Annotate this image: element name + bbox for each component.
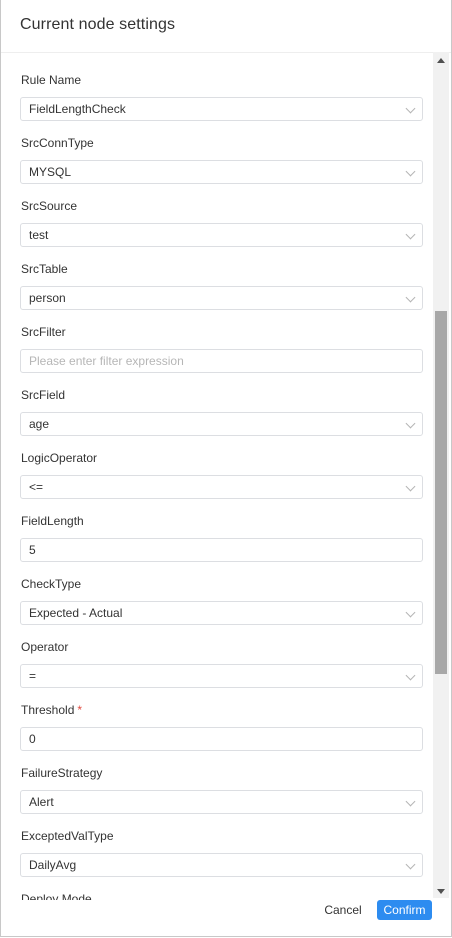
field-check-type: CheckType Expected - Actual — [20, 576, 423, 625]
select-value: age — [29, 417, 50, 431]
select-value: <= — [29, 480, 44, 494]
select-value: Alert — [29, 795, 54, 809]
drawer-header: Current node settings — [1, 0, 451, 53]
field-label: FailureStrategy — [21, 766, 103, 780]
drawer-title: Current node settings — [20, 16, 176, 33]
node-settings-drawer: Current node settings Rule Name FieldLen… — [0, 0, 452, 937]
chevron-down-icon — [405, 418, 416, 429]
check-type-select[interactable]: Expected - Actual — [20, 601, 423, 625]
field-label: SrcTable — [21, 262, 68, 276]
field-label: SrcSource — [21, 199, 78, 213]
field-src-source: SrcSource test — [20, 198, 423, 247]
field-label: Rule Name — [21, 73, 82, 87]
src-conn-type-select[interactable]: MYSQL — [20, 160, 423, 184]
chevron-down-icon — [405, 859, 416, 870]
select-value: person — [29, 291, 66, 305]
src-filter-input[interactable]: Please enter filter expression — [20, 349, 423, 373]
field-field-length: FieldLength 5 — [20, 513, 423, 562]
field-src-field: SrcField age — [20, 387, 423, 436]
field-operator: Operator = — [20, 639, 423, 688]
field-label: FieldLength — [21, 514, 84, 528]
scrollbar-thumb[interactable] — [435, 311, 447, 674]
excepted-val-type-select[interactable]: DailyAvg — [20, 853, 423, 877]
field-label: LogicOperator — [21, 451, 98, 465]
confirm-button[interactable]: Confirm — [377, 900, 432, 920]
input-value: 0 — [29, 732, 36, 746]
field-label: SrcFilter — [21, 325, 66, 339]
chevron-down-icon — [405, 670, 416, 681]
cancel-button[interactable]: Cancel — [319, 900, 367, 920]
field-length-input[interactable]: 5 — [20, 538, 423, 562]
select-value: FieldLengthCheck — [29, 102, 126, 116]
failure-strategy-select[interactable]: Alert — [20, 790, 423, 814]
field-label: SrcField — [21, 388, 66, 402]
select-value: MYSQL — [29, 165, 72, 179]
threshold-input[interactable]: 0 — [20, 727, 423, 751]
form-content: Rule Name FieldLengthCheck SrcConnType M… — [1, 52, 433, 900]
chevron-down-icon — [405, 481, 416, 492]
logic-operator-select[interactable]: <= — [20, 475, 423, 499]
chevron-down-icon — [405, 166, 416, 177]
input-placeholder: Please enter filter expression — [29, 354, 184, 368]
select-value: test — [29, 228, 49, 242]
field-excepted-val-type: ExceptedValType DailyAvg — [20, 828, 423, 877]
rule-name-select[interactable]: FieldLengthCheck — [20, 97, 423, 121]
field-label: SrcConnType — [21, 136, 94, 150]
src-field-select[interactable]: age — [20, 412, 423, 436]
select-value: DailyAvg — [29, 858, 77, 872]
select-value: Expected - Actual — [29, 606, 123, 620]
field-label: CheckType — [21, 577, 82, 591]
scroll-down-arrow-icon[interactable] — [437, 889, 445, 894]
chevron-down-icon — [405, 292, 416, 303]
vertical-scrollbar[interactable] — [433, 52, 449, 898]
chevron-down-icon — [405, 796, 416, 807]
operator-select[interactable]: = — [20, 664, 423, 688]
field-src-filter: SrcFilter Please enter filter expression — [20, 324, 423, 373]
drawer-footer: Cancel Confirm — [1, 900, 451, 936]
field-deploy-mode: Deploy Mode — [21, 891, 415, 900]
input-value: 5 — [29, 543, 36, 557]
field-src-conn-type: SrcConnType MYSQL — [20, 135, 423, 184]
src-table-select[interactable]: person — [20, 286, 423, 310]
src-source-select[interactable]: test — [20, 223, 423, 247]
scroll-up-arrow-icon[interactable] — [437, 58, 445, 63]
field-label: ExceptedValType — [21, 829, 114, 843]
field-failure-strategy: FailureStrategy Alert — [20, 765, 423, 814]
field-src-table: SrcTable person — [20, 261, 423, 310]
field-label: Threshold * — [21, 702, 415, 718]
chevron-down-icon — [405, 103, 416, 114]
threshold-label-text: Threshold — [21, 703, 75, 717]
field-threshold: Threshold * 0 — [20, 702, 423, 751]
field-rule-name: Rule Name FieldLengthCheck — [20, 72, 423, 121]
field-logic-operator: LogicOperator <= — [20, 450, 423, 499]
required-mark: * — [77, 703, 83, 717]
field-label: Operator — [21, 640, 69, 654]
chevron-down-icon — [405, 229, 416, 240]
field-label: Deploy Mode — [21, 892, 92, 900]
select-value: = — [29, 669, 37, 683]
chevron-down-icon — [405, 607, 416, 618]
